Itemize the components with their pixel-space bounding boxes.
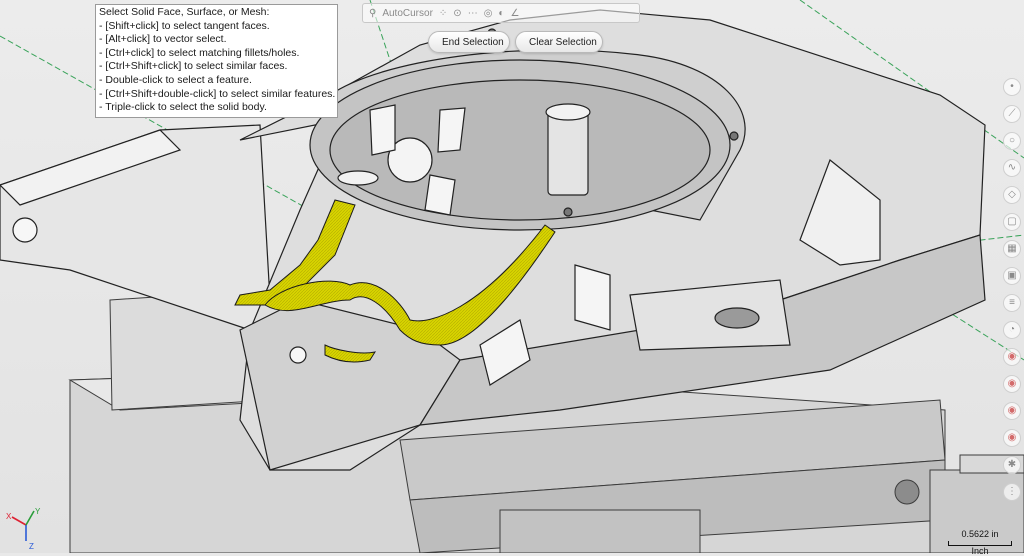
scale-value: 0.5622 in: [961, 529, 999, 539]
snap-tangent-icon[interactable]: ◐: [498, 8, 504, 19]
tooltip-line: - [Ctrl+click] to select matching fillet…: [99, 46, 300, 59]
clear-selection-label: Clear Selection: [529, 36, 597, 48]
selection-help-tooltip: Select Solid Face, Surface, or Mesh: - […: [95, 4, 338, 118]
select-filter-red-icon[interactable]: ◉: [1003, 429, 1021, 447]
select-menu-icon[interactable]: ⋮: [1003, 483, 1021, 501]
y-axis-line: [25, 510, 35, 526]
axis-triad: X Y Z: [6, 507, 41, 551]
select-point-icon[interactable]: •: [1003, 78, 1021, 96]
snap-points-icon[interactable]: ⁘: [439, 8, 447, 19]
select-filter-red-icon[interactable]: ◉: [1003, 402, 1021, 420]
select-color-icon[interactable]: ◔: [1003, 321, 1021, 339]
select-all-icon[interactable]: ✱: [1003, 456, 1021, 474]
select-level-icon[interactable]: ≡: [1003, 294, 1021, 312]
select-circle-icon[interactable]: ○: [1003, 132, 1021, 150]
tooltip-line: - [Ctrl+Shift+double-click] to select si…: [99, 87, 336, 100]
tooltip-line: - [Shift+click] to select tangent faces.: [99, 19, 270, 32]
tooltip-line: - [Alt+click] to vector select.: [99, 33, 227, 46]
x-axis-line: [11, 516, 27, 526]
scale-unit: Inch: [971, 546, 989, 556]
snap-quadrant-icon[interactable]: ◎: [484, 8, 493, 19]
tooltip-line: - Triple-click to select the solid body.: [99, 101, 267, 114]
snap-center-icon[interactable]: ⊙: [453, 8, 461, 19]
select-line-icon[interactable]: ⟋: [1003, 105, 1021, 123]
z-axis-label: Z: [29, 542, 34, 551]
select-face-icon[interactable]: ◇: [1003, 186, 1021, 204]
tooltip-line: - [Ctrl+Shift+click] to select similar f…: [99, 60, 288, 73]
end-selection-button[interactable]: End Selection: [428, 31, 510, 53]
select-filter-red-icon[interactable]: ◉: [1003, 348, 1021, 366]
filter-icon[interactable]: ⚲: [369, 8, 376, 19]
snap-grid-icon[interactable]: ⋯: [468, 8, 478, 19]
autocursor-label[interactable]: AutoCursor: [382, 8, 433, 19]
select-curve-icon[interactable]: ∿: [1003, 159, 1021, 177]
select-solid-icon[interactable]: ▢: [1003, 213, 1021, 231]
autocursor-toolbar[interactable]: ⚲ AutoCursor ⁘ ⊙ ⋯ ◎ ◐ ∠: [362, 3, 640, 23]
tooltip-line: - Double-click to select a feature.: [99, 73, 252, 86]
3d-viewport[interactable]: Select Solid Face, Surface, or Mesh: - […: [0, 0, 1024, 556]
select-mesh-icon[interactable]: ▦: [1003, 240, 1021, 258]
y-axis-label: Y: [35, 507, 41, 516]
clear-selection-button[interactable]: Clear Selection: [515, 31, 603, 53]
select-group-icon[interactable]: ▣: [1003, 267, 1021, 285]
scale-indicator: 0.5622 in Inch: [946, 529, 1014, 556]
select-filter-red-icon[interactable]: ◉: [1003, 375, 1021, 393]
snap-angle-icon[interactable]: ∠: [510, 8, 519, 19]
tooltip-line: Select Solid Face, Surface, or Mesh:: [99, 6, 270, 18]
end-selection-label: End Selection: [442, 36, 504, 48]
x-axis-label: X: [6, 512, 12, 521]
right-toolbar[interactable]: • ⟋ ○ ∿ ◇ ▢ ▦ ▣ ≡ ◔ ◉ ◉ ◉ ◉ ✱ ⋮: [1001, 78, 1021, 510]
